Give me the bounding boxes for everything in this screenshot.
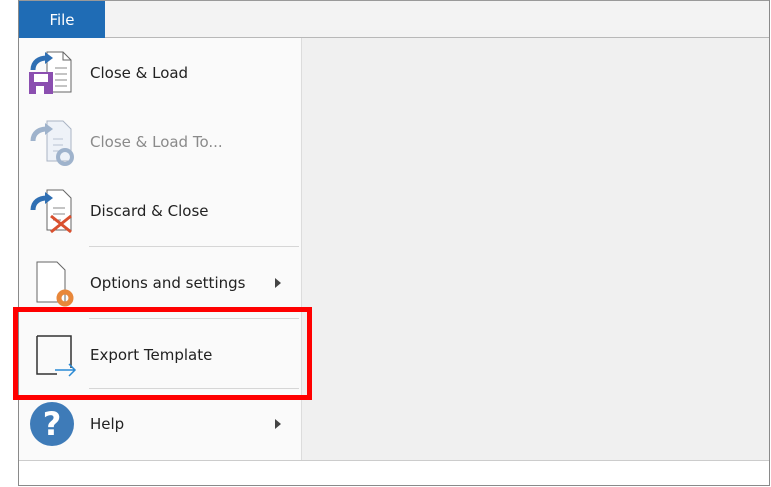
submenu-arrow-icon	[275, 278, 281, 288]
menu-item-label: Close & Load	[90, 64, 189, 82]
menu-item-options-and-settings[interactable]: Options and settings	[19, 253, 301, 313]
window: File Close & Load Close & Load To... Dis…	[18, 0, 770, 486]
tab-file[interactable]: File	[19, 1, 105, 39]
menu-item-close-and-load-to[interactable]: Close & Load To...	[19, 112, 301, 172]
separator	[89, 246, 299, 247]
discard-and-close-icon	[30, 189, 72, 234]
close-and-load-icon	[29, 51, 72, 94]
menu-item-label: Help	[90, 415, 125, 433]
menu-item-label: Options and settings	[90, 274, 246, 292]
help-icon: ?	[30, 402, 74, 446]
close-and-load-to-icon	[30, 120, 74, 166]
submenu-arrow-icon	[275, 419, 281, 429]
svg-text:?: ?	[43, 405, 62, 443]
menu-item-discard-and-close[interactable]: Discard & Close	[19, 181, 301, 241]
menu-item-help[interactable]: ? Help	[19, 394, 301, 454]
menu-item-close-and-load[interactable]: Close & Load	[19, 43, 301, 103]
content-area	[302, 38, 769, 460]
status-strip	[19, 460, 769, 485]
menu-item-label: Close & Load To...	[90, 133, 223, 151]
highlight-box	[13, 307, 312, 400]
options-settings-icon	[36, 261, 74, 307]
ribbon-tab-bar: File	[19, 0, 769, 39]
menu-item-label: Discard & Close	[90, 202, 209, 220]
